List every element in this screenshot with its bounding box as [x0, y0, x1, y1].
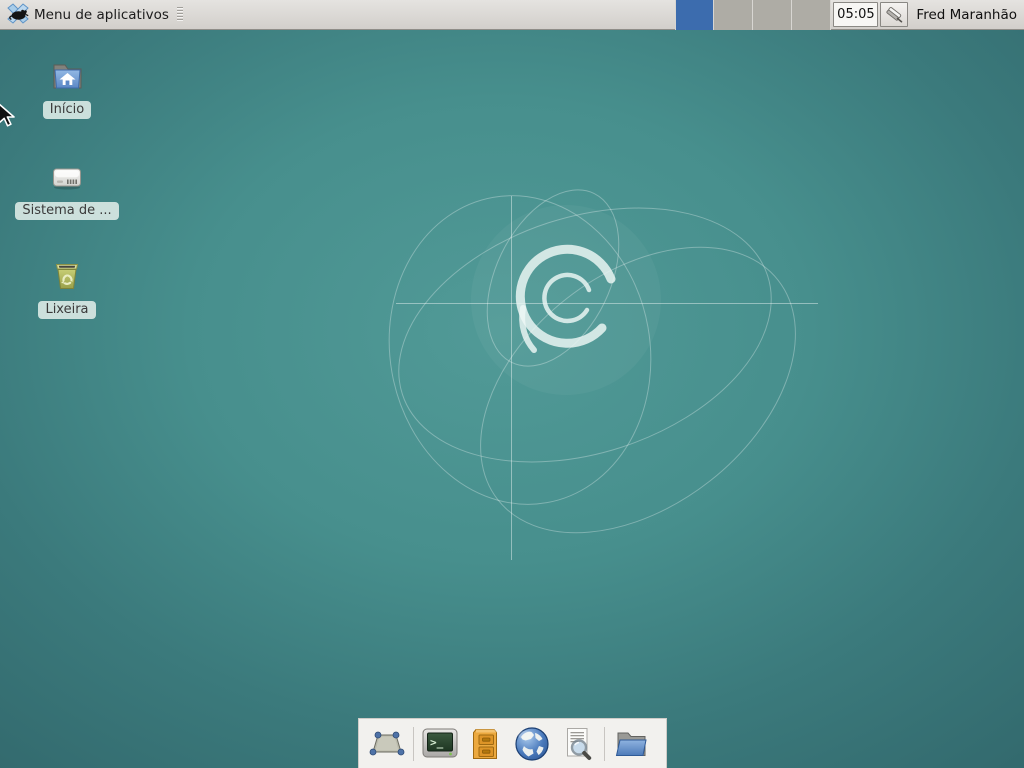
eraser-icon [884, 5, 904, 25]
clock[interactable]: 05:05 [833, 2, 878, 27]
workspace-2[interactable] [714, 0, 753, 30]
desktop-icon-label: Sistema de ... [15, 202, 118, 220]
panel-right-group: 05:05 Fred Maranhão [675, 0, 1024, 29]
desktop-icon-filesystem[interactable]: Sistema de ... [16, 157, 118, 220]
show-desktop-button[interactable] [364, 722, 410, 766]
workspace-3[interactable] [753, 0, 792, 30]
file-cabinet-button[interactable] [463, 722, 509, 766]
document-search-icon [558, 724, 598, 764]
workspace-switcher [675, 0, 831, 30]
home-folder-icon [47, 56, 87, 96]
file-cabinet-icon [467, 725, 505, 763]
terminal-icon: >_ [420, 724, 460, 764]
applications-menu-button[interactable]: Menu de aplicativos [0, 0, 173, 29]
document-search-button[interactable] [555, 722, 601, 766]
workspace-1[interactable] [675, 0, 714, 30]
xfce-logo-icon [6, 3, 30, 27]
top-panel: Menu de aplicativos 05:05 Fred Maranhão [0, 0, 1024, 30]
launcher-dock: >_ [358, 718, 667, 768]
applications-menu-label: Menu de aplicativos [34, 7, 169, 23]
dock-separator [413, 727, 414, 761]
workspace-4[interactable] [792, 0, 831, 30]
debian-swirl-wallpaper [0, 0, 1024, 768]
logged-in-user[interactable]: Fred Maranhão [916, 7, 1017, 23]
desktop-icon-label: Início [43, 101, 91, 119]
desktop-icon-home[interactable]: Início [16, 56, 118, 119]
terminal-prompt-glyph: >_ [430, 736, 444, 749]
globe-icon [512, 724, 552, 764]
panel-handle[interactable] [177, 7, 183, 22]
dock-separator [604, 727, 605, 761]
folder-button[interactable] [608, 722, 654, 766]
web-browser-button[interactable] [509, 722, 555, 766]
desktop-icon-trash[interactable]: Lixeira [16, 256, 118, 319]
trash-icon [47, 256, 87, 296]
folder-icon [611, 724, 651, 764]
terminal-button[interactable]: >_ [417, 722, 463, 766]
desktop-icon-label: Lixeira [38, 301, 95, 319]
session-action-button[interactable] [880, 2, 908, 27]
hard-drive-icon [47, 157, 87, 197]
show-desktop-icon [368, 725, 406, 763]
